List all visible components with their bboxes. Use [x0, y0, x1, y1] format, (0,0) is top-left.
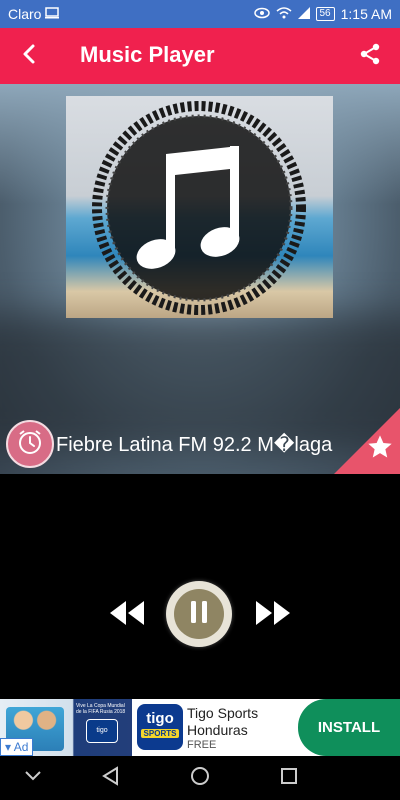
- home-circle-icon: [190, 766, 210, 791]
- cast-icon: [45, 6, 60, 22]
- playback-controls: [0, 474, 400, 699]
- forward-button[interactable]: [254, 599, 292, 632]
- share-button[interactable]: [352, 38, 388, 74]
- status-bar: Claro 56 1:15 AM: [0, 0, 400, 28]
- nav-back-button[interactable]: [98, 765, 124, 791]
- carrier-label: Claro: [8, 6, 42, 22]
- pause-button[interactable]: [166, 581, 232, 647]
- station-name: Fiebre Latina FM 92.2 M�laga: [56, 434, 333, 456]
- star-icon: [366, 435, 394, 465]
- arrow-left-icon: [20, 40, 40, 72]
- station-artwork: [66, 96, 333, 318]
- chevron-down-icon: ▾: [5, 740, 12, 754]
- ad-badge[interactable]: ▾ Ad: [0, 738, 34, 756]
- favorite-button[interactable]: [366, 433, 394, 466]
- recents-square-icon: [280, 767, 298, 790]
- back-button[interactable]: [12, 38, 48, 74]
- eye-icon: [253, 6, 270, 22]
- nav-collapse-button[interactable]: [20, 766, 46, 790]
- music-note-icon: [92, 101, 306, 315]
- pause-icon: [188, 599, 210, 630]
- wifi-icon: [276, 6, 292, 22]
- player-artwork-area: Fiebre Latina FM 92.2 M�laga: [0, 84, 400, 474]
- chevron-down-icon: [24, 769, 42, 787]
- signal-icon: [297, 6, 310, 22]
- rewind-button[interactable]: [108, 599, 146, 632]
- ad-banner[interactable]: Vive La Copa Mundial de la FIFA Rusia 20…: [0, 699, 400, 756]
- battery-indicator: 56: [315, 7, 335, 21]
- clock-time: 1:15 AM: [340, 6, 392, 22]
- back-triangle-icon: [101, 765, 121, 791]
- share-icon: [358, 42, 382, 71]
- ad-price: FREE: [187, 739, 217, 751]
- alarm-clock-icon: [16, 428, 44, 461]
- ad-mini-logo: tigo: [86, 719, 118, 743]
- station-info-row: Fiebre Latina FM 92.2 M�laga: [0, 408, 400, 474]
- ad-title: Tigo Sports Honduras: [187, 705, 259, 738]
- rewind-icon: [108, 601, 146, 631]
- nav-recents-button[interactable]: [276, 766, 302, 790]
- system-nav-bar: [0, 756, 400, 800]
- sleep-timer-button[interactable]: [6, 420, 54, 468]
- ad-brand-logo: tigo SPORTS: [137, 704, 183, 750]
- page-title: Music Player: [80, 42, 215, 67]
- app-bar: Music Player: [0, 28, 400, 84]
- ad-promo-text: Vive La Copa Mundial de la FIFA Rusia 20…: [76, 703, 126, 715]
- fast-forward-icon: [254, 601, 292, 631]
- nav-home-button[interactable]: [187, 766, 213, 790]
- install-button[interactable]: INSTALL: [298, 699, 400, 756]
